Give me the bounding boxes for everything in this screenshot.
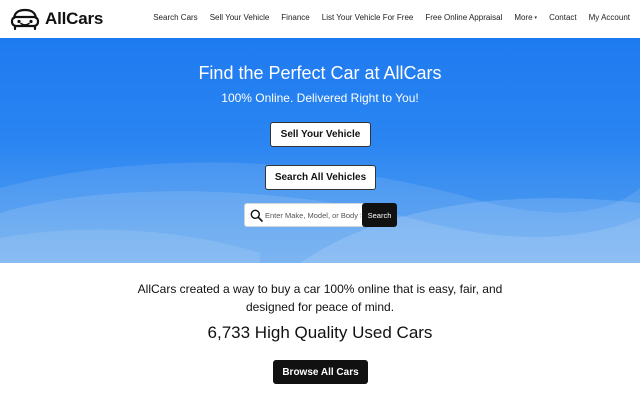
browse-all-cars-button[interactable]: Browse All Cars xyxy=(273,360,368,384)
nav-sell-your-vehicle[interactable]: Sell Your Vehicle xyxy=(210,13,270,22)
nav-search-cars[interactable]: Search Cars xyxy=(153,13,197,22)
vehicle-search-bar: Search xyxy=(244,203,397,227)
nav-my-account[interactable]: My Account xyxy=(589,13,630,22)
chevron-down-icon: ▾ xyxy=(534,15,538,21)
inventory-count-heading: 6,733 High Quality Used Cars xyxy=(207,323,433,342)
nav-finance[interactable]: Finance xyxy=(281,13,309,22)
brand-logo[interactable]: AllCars xyxy=(10,8,103,30)
nav-contact[interactable]: Contact xyxy=(549,13,577,22)
main-nav: Search Cars Sell Your Vehicle Finance Li… xyxy=(141,13,630,22)
hero-title: Find the Perfect Car at AllCars xyxy=(198,63,442,83)
search-all-vehicles-button[interactable]: Search All Vehicles xyxy=(265,165,376,190)
search-button[interactable]: Search xyxy=(362,203,397,227)
search-icon xyxy=(250,209,263,222)
hero-banner: Find the Perfect Car at AllCars 100% Onl… xyxy=(0,38,640,263)
nav-free-online-appraisal[interactable]: Free Online Appraisal xyxy=(425,13,502,22)
search-input[interactable] xyxy=(265,208,361,223)
intro-description: AllCars created a way to buy a car 100% … xyxy=(137,282,503,314)
car-face-icon xyxy=(10,8,40,30)
nav-list-your-vehicle[interactable]: List Your Vehicle For Free xyxy=(322,13,414,22)
hero-subtitle: 100% Online. Delivered Right to You! xyxy=(221,91,419,105)
sell-your-vehicle-button[interactable]: Sell Your Vehicle xyxy=(270,122,371,147)
nav-more[interactable]: More ▾ xyxy=(514,13,537,22)
site-header: AllCars Search Cars Sell Your Vehicle Fi… xyxy=(0,0,640,38)
brand-name: AllCars xyxy=(45,9,104,28)
nav-more-label: More xyxy=(514,13,533,22)
